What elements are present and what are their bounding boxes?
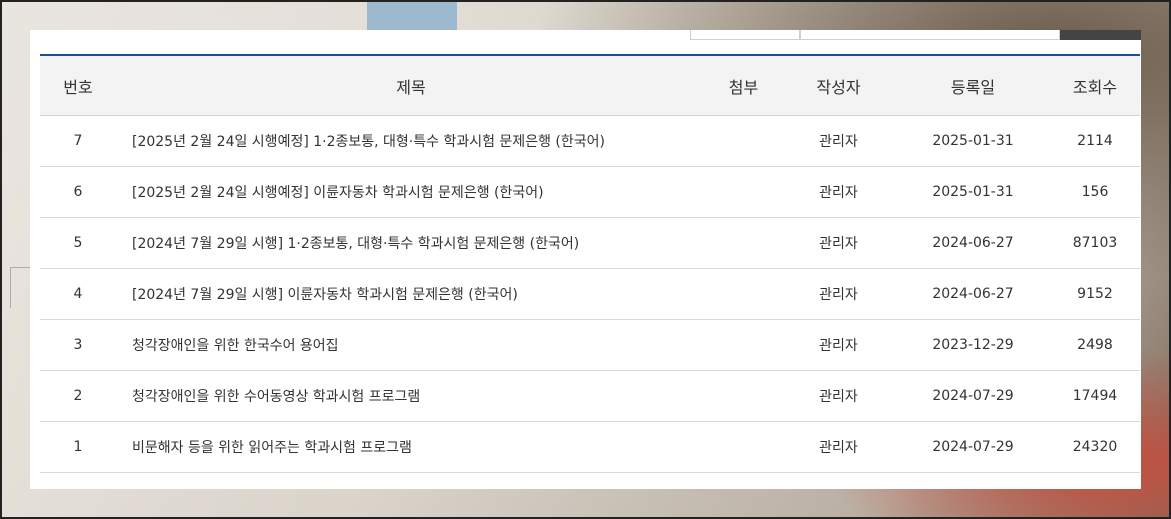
row-date: 2024-06-27 xyxy=(896,268,1050,320)
row-attachment xyxy=(706,268,781,320)
row-num: 1 xyxy=(40,421,116,473)
search-button[interactable] xyxy=(1060,30,1141,40)
row-title-cell: [2024년 7월 29일 시행] 이륜자동차 학과시험 문제은행 (한국어) xyxy=(116,268,706,320)
table-row: 5 [2024년 7월 29일 시행] 1·2종보통, 대형·특수 학과시험 문… xyxy=(40,217,1140,269)
row-attachment xyxy=(706,166,781,218)
row-views: 2114 xyxy=(1050,115,1140,167)
row-author: 관리자 xyxy=(781,166,896,218)
row-num: 4 xyxy=(40,268,116,320)
row-title-cell: [2025년 2월 24일 시행예정] 1·2종보통, 대형·특수 학과시험 문… xyxy=(116,115,706,167)
row-attachment xyxy=(706,115,781,167)
row-attachment xyxy=(706,421,781,473)
row-views: 17494 xyxy=(1050,370,1140,422)
search-input[interactable] xyxy=(800,30,1060,40)
row-num: 7 xyxy=(40,115,116,167)
post-title-link[interactable]: [2024년 7월 29일 시행] 이륜자동차 학과시험 문제은행 (한국어) xyxy=(132,287,518,303)
table-row: 6 [2025년 2월 24일 시행예정] 이륜자동차 학과시험 문제은행 (한… xyxy=(40,166,1140,218)
row-num: 6 xyxy=(40,166,116,218)
post-title-link[interactable]: [2024년 7월 29일 시행] 1·2종보통, 대형·특수 학과시험 문제은… xyxy=(132,236,579,252)
row-author: 관리자 xyxy=(781,268,896,320)
board-list: 번호 제목 첨부 작성자 등록일 조회수 7 [2025년 2월 24일 시행예… xyxy=(40,54,1140,473)
header-attachment: 첨부 xyxy=(706,56,781,116)
background-tape xyxy=(367,2,457,32)
row-title-cell: [2025년 2월 24일 시행예정] 이륜자동차 학과시험 문제은행 (한국어… xyxy=(116,166,706,218)
header-num: 번호 xyxy=(40,56,116,116)
header-views: 조회수 xyxy=(1050,56,1140,116)
row-author: 관리자 xyxy=(781,370,896,422)
row-date: 2024-06-27 xyxy=(896,217,1050,269)
row-date: 2024-07-29 xyxy=(896,370,1050,422)
row-views: 2498 xyxy=(1050,319,1140,371)
row-num: 2 xyxy=(40,370,116,422)
row-views: 156 xyxy=(1050,166,1140,218)
row-views: 24320 xyxy=(1050,421,1140,473)
row-title-cell: 비문해자 등을 위한 읽어주는 학과시험 프로그램 xyxy=(116,421,706,473)
post-title-link[interactable]: 청각장애인을 위한 수어동영상 학과시험 프로그램 xyxy=(132,389,420,405)
row-attachment xyxy=(706,319,781,371)
table-row: 1 비문해자 등을 위한 읽어주는 학과시험 프로그램 관리자 2024-07-… xyxy=(40,421,1140,473)
board-table: 번호 제목 첨부 작성자 등록일 조회수 7 [2025년 2월 24일 시행예… xyxy=(40,56,1140,473)
table-header-row: 번호 제목 첨부 작성자 등록일 조회수 xyxy=(40,56,1140,116)
row-title-cell: 청각장애인을 위한 한국수어 용어집 xyxy=(116,319,706,371)
table-row: 2 청각장애인을 위한 수어동영상 학과시험 프로그램 관리자 2024-07-… xyxy=(40,370,1140,422)
row-attachment xyxy=(706,217,781,269)
header-title: 제목 xyxy=(116,56,706,116)
row-num: 3 xyxy=(40,319,116,371)
header-date: 등록일 xyxy=(896,56,1050,116)
post-title-link[interactable]: [2025년 2월 24일 시행예정] 이륜자동차 학과시험 문제은행 (한국어… xyxy=(132,185,544,201)
row-date: 2023-12-29 xyxy=(896,319,1050,371)
row-views: 87103 xyxy=(1050,217,1140,269)
row-title-cell: 청각장애인을 위한 수어동영상 학과시험 프로그램 xyxy=(116,370,706,422)
board-panel: 번호 제목 첨부 작성자 등록일 조회수 7 [2025년 2월 24일 시행예… xyxy=(30,30,1141,489)
post-title-link[interactable]: 비문해자 등을 위한 읽어주는 학과시험 프로그램 xyxy=(132,440,412,456)
row-date: 2024-07-29 xyxy=(896,421,1050,473)
row-title-cell: [2024년 7월 29일 시행] 1·2종보통, 대형·특수 학과시험 문제은… xyxy=(116,217,706,269)
row-author: 관리자 xyxy=(781,115,896,167)
row-views: 9152 xyxy=(1050,268,1140,320)
post-title-link[interactable]: [2025년 2월 24일 시행예정] 1·2종보통, 대형·특수 학과시험 문… xyxy=(132,134,605,150)
table-row: 4 [2024년 7월 29일 시행] 이륜자동차 학과시험 문제은행 (한국어… xyxy=(40,268,1140,320)
search-category-select[interactable] xyxy=(690,30,800,40)
post-title-link[interactable]: 청각장애인을 위한 한국수어 용어집 xyxy=(132,338,339,354)
row-author: 관리자 xyxy=(781,421,896,473)
header-author: 작성자 xyxy=(781,56,896,116)
row-author: 관리자 xyxy=(781,217,896,269)
row-num: 5 xyxy=(40,217,116,269)
row-author: 관리자 xyxy=(781,319,896,371)
row-date: 2025-01-31 xyxy=(896,115,1050,167)
table-row: 3 청각장애인을 위한 한국수어 용어집 관리자 2023-12-29 2498 xyxy=(40,319,1140,371)
row-attachment xyxy=(706,370,781,422)
row-date: 2025-01-31 xyxy=(896,166,1050,218)
table-row: 7 [2025년 2월 24일 시행예정] 1·2종보통, 대형·특수 학과시험… xyxy=(40,115,1140,167)
